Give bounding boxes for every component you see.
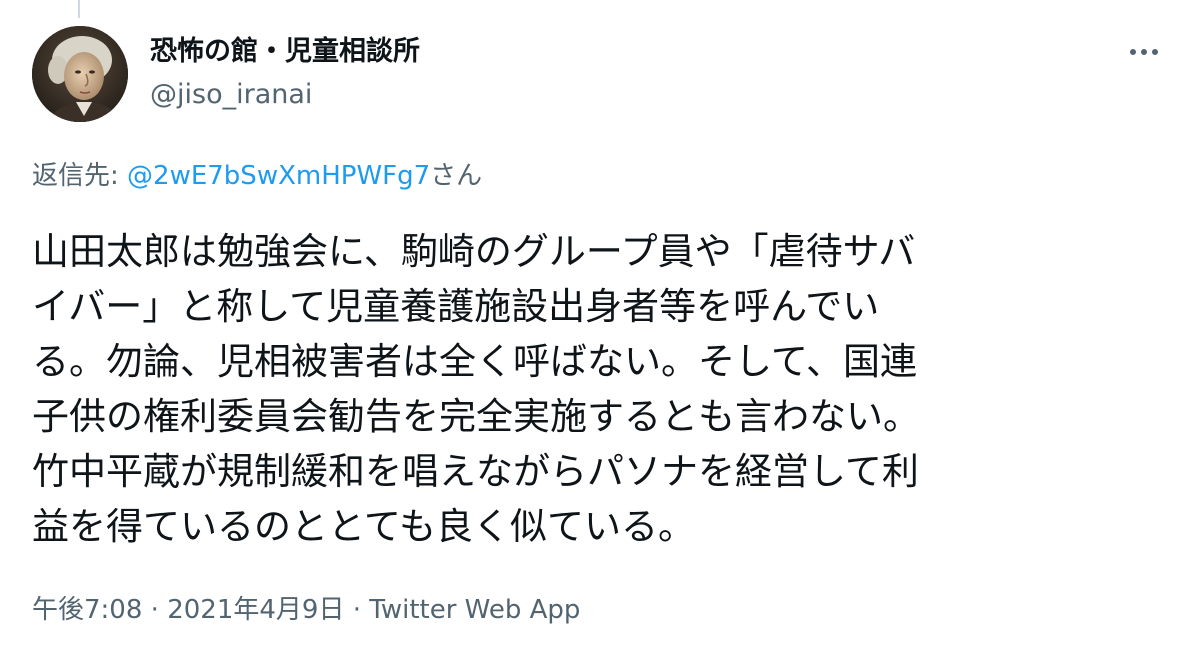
- tweet-text-line: る。勿論、児相被害者は全く呼ばない。そして、国連: [32, 340, 918, 383]
- more-horizontal-icon: [1130, 49, 1136, 55]
- tweet-source-link[interactable]: Twitter Web App: [369, 595, 580, 625]
- more-options-button[interactable]: [1124, 36, 1164, 68]
- tweet-time-link[interactable]: 午後7:08: [32, 595, 142, 625]
- author-avatar[interactable]: [32, 26, 128, 122]
- tweet-metadata: 午後7:08 · 2021年4月9日 · Twitter Web App: [32, 592, 580, 628]
- more-horizontal-icon: [1152, 49, 1158, 55]
- author-handle[interactable]: @jiso_iranai: [150, 77, 312, 113]
- tweet-text-line: 益を得ているのととても良く似ている。: [32, 505, 696, 548]
- thread-connector-line: [78, 0, 80, 18]
- reply-mention-link[interactable]: @2wE7bSwXmHPWFg7: [127, 161, 430, 191]
- reply-context: 返信先: @2wE7bSwXmHPWFg7さん: [32, 158, 482, 194]
- tweet-text: 山田太郎は勉強会に、駒崎のグループ員や「虐待サバ イバー」と称して児童養護施設出…: [32, 224, 1156, 554]
- meta-separator: ·: [142, 595, 168, 625]
- author-display-name[interactable]: 恐怖の館・児童相談所: [150, 34, 420, 70]
- tweet-text-line: 山田太郎は勉強会に、駒崎のグループ員や「虐待サバ: [32, 230, 916, 273]
- tweet-text-line: イバー」と称して児童養護施設出身者等を呼んでい: [32, 285, 880, 328]
- portrait-avatar-icon: [32, 26, 128, 122]
- tweet-text-line: 竹中平蔵が規制緩和を唱えながらパソナを経営して利: [32, 450, 919, 493]
- tweet-text-line: 子供の権利委員会勧告を完全実施するとも言わない。: [32, 395, 920, 438]
- reply-suffix: さん: [430, 161, 483, 191]
- tweet-date-link[interactable]: 2021年4月9日: [167, 595, 344, 625]
- more-horizontal-icon: [1141, 49, 1147, 55]
- reply-prefix: 返信先:: [32, 161, 128, 191]
- meta-separator: ·: [344, 595, 370, 625]
